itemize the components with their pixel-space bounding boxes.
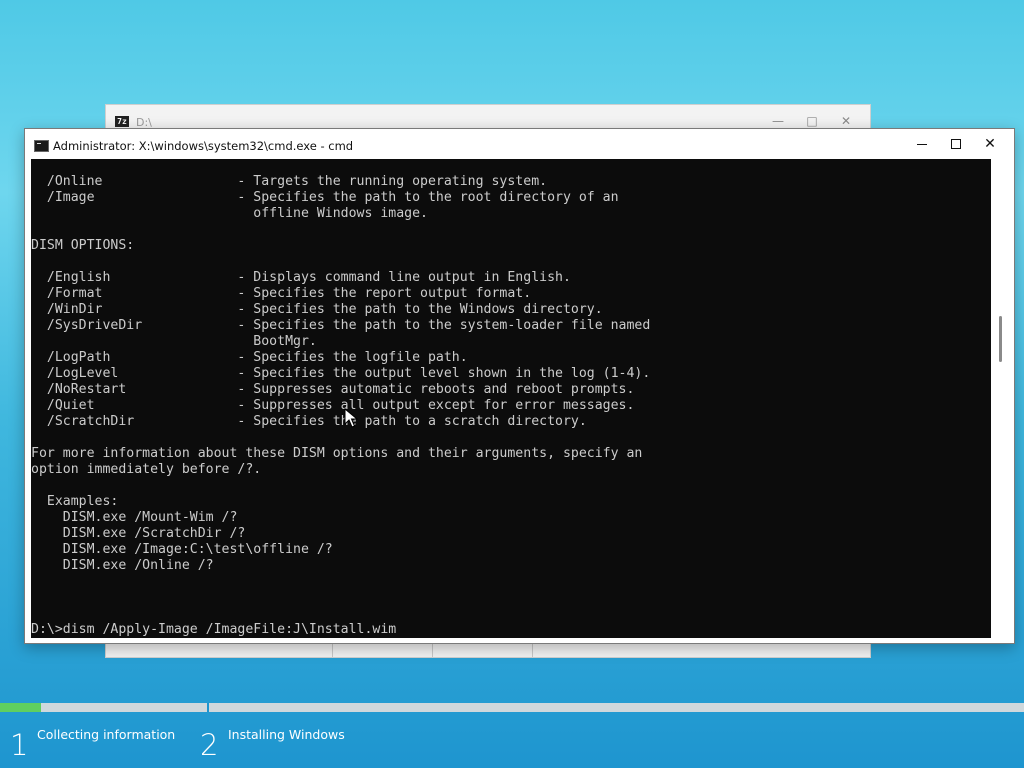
console-output[interactable]: /Online - Targets the running operating … bbox=[31, 159, 991, 638]
7zip-app-icon: 7z bbox=[115, 116, 129, 127]
console-line: /NoRestart - Suppresses automatic reboot… bbox=[31, 382, 635, 397]
console-line: /WinDir - Specifies the path to the Wind… bbox=[31, 302, 603, 317]
close-icon: ✕ bbox=[984, 136, 996, 152]
background-close-button[interactable]: ✕ bbox=[836, 114, 856, 128]
console-line: /Online - Targets the running operating … bbox=[31, 174, 548, 189]
console-line: BootMgr. bbox=[31, 334, 317, 349]
terminal-icon bbox=[34, 140, 49, 152]
progress-step-divider bbox=[207, 703, 209, 712]
cmd-titlebar[interactable]: Administrator: X:\windows\system32\cmd.e… bbox=[25, 129, 1014, 159]
cmd-window[interactable]: Administrator: X:\windows\system32\cmd.e… bbox=[24, 128, 1015, 644]
maximize-icon bbox=[951, 139, 961, 149]
scrollbar-thumb[interactable] bbox=[999, 316, 1002, 362]
close-button[interactable]: ✕ bbox=[973, 129, 1007, 159]
setup-progress-bar bbox=[0, 703, 1024, 712]
console-line: /Quiet - Suppresses all output except fo… bbox=[31, 398, 635, 413]
background-maximize-button[interactable]: □ bbox=[802, 114, 822, 128]
console-line: /LogLevel - Specifies the output level s… bbox=[31, 366, 651, 381]
background-window-statusbar bbox=[106, 643, 870, 657]
step-2-number: 2 bbox=[200, 728, 219, 762]
console-line: DISM.exe /ScratchDir /? bbox=[31, 526, 246, 541]
console-line: DISM.exe /Online /? bbox=[31, 558, 214, 573]
console-scrollbar[interactable] bbox=[991, 159, 1010, 638]
step-2-label: Installing Windows bbox=[228, 727, 345, 742]
console-line: DISM OPTIONS: bbox=[31, 238, 135, 253]
cmd-window-title: Administrator: X:\windows\system32\cmd.e… bbox=[53, 139, 354, 153]
console-line: /English - Displays command line output … bbox=[31, 270, 571, 285]
console-line: /LogPath - Specifies the logfile path. bbox=[31, 350, 468, 365]
console-line: option immediately before /?. bbox=[31, 462, 262, 477]
console-line: For more information about these DISM op… bbox=[31, 446, 643, 461]
command-prompt-line[interactable]: D:\>dism /Apply-Image /ImageFile:J\Insta… bbox=[31, 622, 396, 638]
minimize-button[interactable] bbox=[905, 129, 939, 159]
console-line: offline Windows image. bbox=[31, 206, 428, 221]
console-line: DISM.exe /Image:C:\test\offline /? bbox=[31, 542, 333, 557]
console-line: /Image - Specifies the path to the root … bbox=[31, 190, 619, 205]
console-line: /Format - Specifies the report output fo… bbox=[31, 286, 532, 301]
background-minimize-button[interactable]: — bbox=[768, 114, 788, 128]
console-line: DISM.exe /Mount-Wim /? bbox=[31, 510, 238, 525]
console-line: /SysDriveDir - Specifies the path to the… bbox=[31, 318, 651, 333]
minimize-icon bbox=[917, 143, 927, 145]
step-1-label: Collecting information bbox=[37, 727, 176, 742]
mouse-pointer-icon bbox=[344, 408, 358, 428]
background-window-titlebar[interactable]: 7z D:\ — □ ✕ bbox=[106, 105, 870, 129]
setup-progress-fill bbox=[0, 703, 41, 712]
console-line: Examples: bbox=[31, 494, 119, 509]
maximize-button[interactable] bbox=[939, 129, 973, 159]
step-1-number: 1 bbox=[10, 728, 29, 762]
console-line: /ScratchDir - Specifies the path to a sc… bbox=[31, 414, 587, 429]
